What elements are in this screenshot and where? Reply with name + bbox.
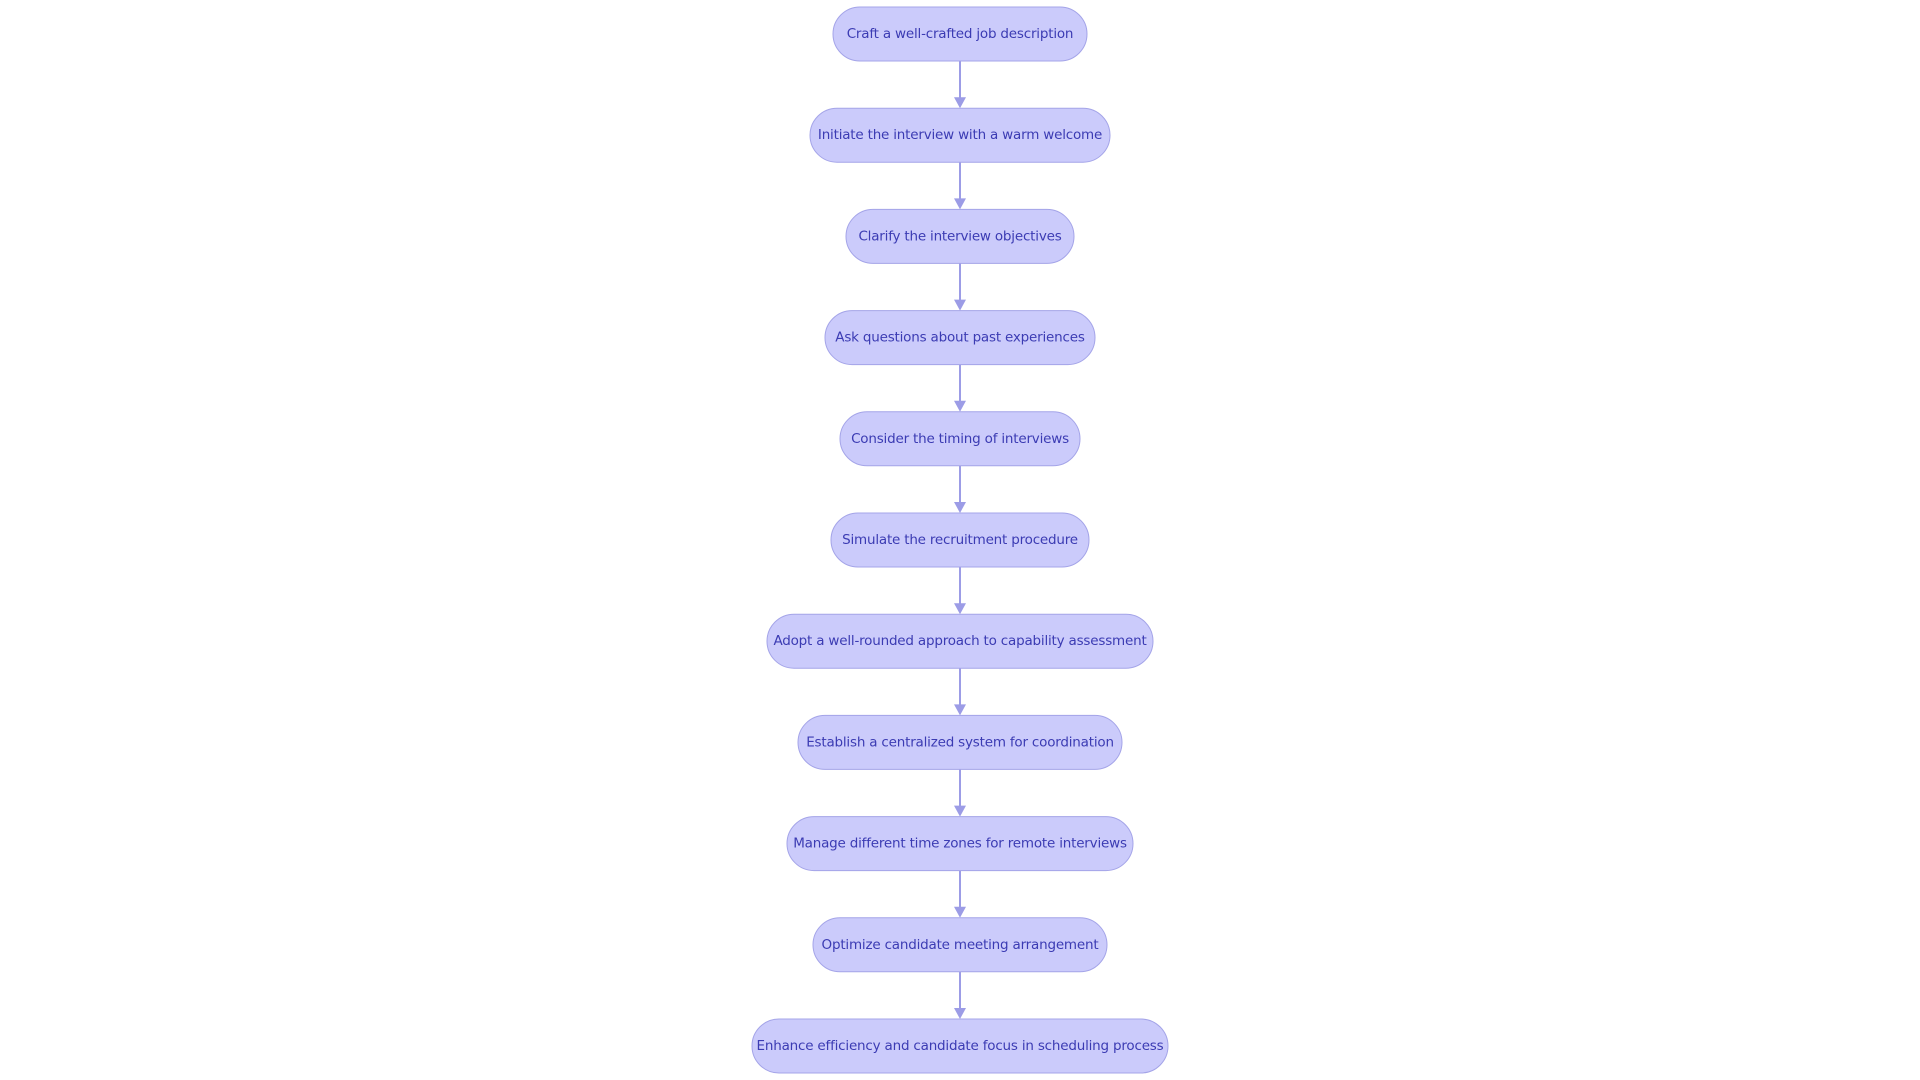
flow-node: Manage different time zones for remote i… bbox=[786, 816, 1134, 872]
flow-edge bbox=[954, 364, 966, 412]
flow-node-label: Simulate the recruitment procedure bbox=[842, 532, 1078, 548]
arrowhead-icon bbox=[954, 502, 966, 513]
arrowhead-icon bbox=[954, 1008, 966, 1019]
flow-node: Simulate the recruitment procedure bbox=[830, 512, 1090, 568]
flow-node: Ask questions about past experiences bbox=[824, 310, 1096, 366]
flow-edge bbox=[954, 61, 966, 109]
arrowhead-icon bbox=[954, 704, 966, 716]
flow-node-label: Clarify the interview objectives bbox=[858, 228, 1061, 244]
flow-node-label: Optimize candidate meeting arrangement bbox=[822, 937, 1099, 953]
arrowhead-icon bbox=[954, 299, 966, 311]
flowchart-diagram: Craft a well-crafted job description Init… bbox=[751, 6, 1169, 1074]
flow-node: Craft a well-crafted job description bbox=[832, 6, 1088, 62]
flow-edge bbox=[954, 870, 966, 918]
flow-node-label: Consider the timing of interviews bbox=[851, 431, 1069, 447]
flow-edge bbox=[954, 567, 966, 615]
flow-node: Establish a centralized system for coord… bbox=[797, 714, 1123, 770]
arrowhead-icon bbox=[954, 603, 966, 615]
flow-node-label: Adopt a well-rounded approach to capabil… bbox=[773, 633, 1146, 649]
arrowhead-icon bbox=[954, 906, 966, 918]
arrowhead-icon bbox=[954, 198, 966, 210]
flow-node: Adopt a well-rounded approach to capabil… bbox=[766, 613, 1154, 669]
flow-node-label: Ask questions about past experiences bbox=[835, 330, 1085, 346]
flow-edge bbox=[954, 263, 966, 311]
flow-node: Consider the timing of interviews bbox=[839, 411, 1081, 467]
flow-node: Initiate the interview with a warm welco… bbox=[809, 107, 1111, 163]
flow-node: Optimize candidate meeting arrangement bbox=[812, 917, 1108, 973]
arrowhead-icon bbox=[954, 400, 966, 412]
flow-node: Enhance efficiency and candidate focus i… bbox=[751, 1018, 1169, 1074]
flow-node-label: Manage different time zones for remote i… bbox=[793, 836, 1127, 852]
flow-node-label: Establish a centralized system for coord… bbox=[806, 734, 1114, 750]
flow-node-label: Craft a well-crafted job description bbox=[847, 26, 1074, 42]
arrowhead-icon bbox=[954, 97, 966, 109]
flow-edge bbox=[954, 162, 966, 210]
flow-edge bbox=[954, 668, 966, 716]
flow-node-label: Enhance efficiency and candidate focus i… bbox=[757, 1038, 1164, 1054]
flow-edge bbox=[954, 769, 966, 817]
flow-node: Clarify the interview objectives bbox=[845, 208, 1075, 264]
flow-node-label: Initiate the interview with a warm welco… bbox=[818, 127, 1102, 143]
arrowhead-icon bbox=[954, 805, 966, 817]
flow-edge bbox=[954, 465, 966, 513]
flow-edge bbox=[954, 971, 966, 1019]
